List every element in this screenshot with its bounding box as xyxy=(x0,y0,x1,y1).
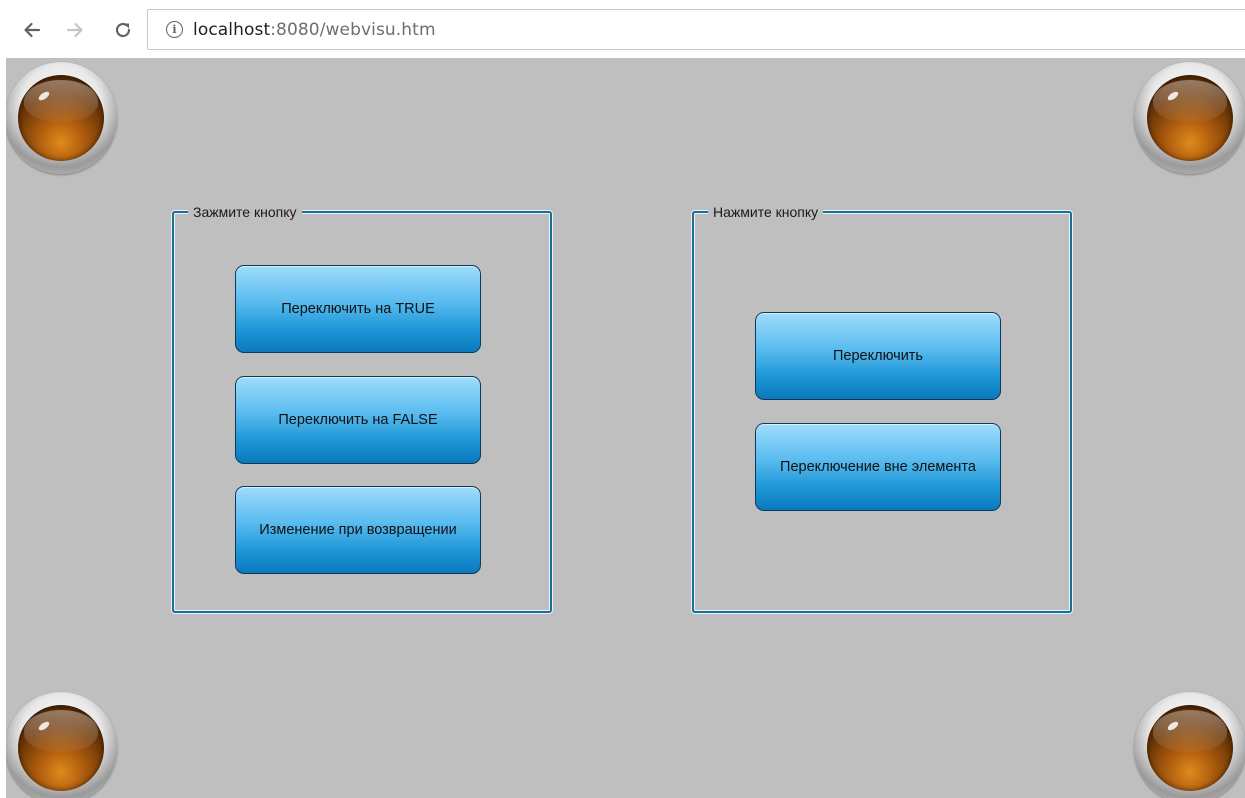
url-text: localhost:8080/webvisu.htm xyxy=(193,20,436,40)
group-title-press: Нажмите кнопку xyxy=(708,203,824,221)
arrow-left-icon xyxy=(24,22,41,38)
url-path: :8080/webvisu.htm xyxy=(270,19,436,40)
lamp-glass xyxy=(18,705,104,791)
browser-toolbar: i localhost:8080/webvisu.htm xyxy=(0,0,1245,58)
lamp-top-left-icon xyxy=(6,62,117,174)
url-host: localhost xyxy=(193,19,271,40)
reload-button[interactable] xyxy=(111,18,135,42)
group-title-hold: Зажмите кнопку xyxy=(188,203,302,221)
address-bar[interactable]: i localhost:8080/webvisu.htm xyxy=(147,9,1245,50)
back-button[interactable] xyxy=(20,18,44,42)
group-press-button: Нажмите кнопку xyxy=(692,203,1072,613)
change-on-release-button[interactable]: Изменение при возвращении xyxy=(235,486,481,574)
info-icon[interactable]: i xyxy=(166,21,183,38)
toggle-outside-element-button[interactable]: Переключение вне элемента xyxy=(755,423,1001,511)
arrow-right-icon xyxy=(66,22,83,38)
toggle-button[interactable]: Переключить xyxy=(755,312,1001,400)
lamp-glass xyxy=(1147,75,1233,161)
reload-icon xyxy=(115,22,131,38)
webvisu-viewport: Зажмите кнопку Нажмите кнопку Переключит… xyxy=(6,58,1245,798)
lamp-bottom-right-icon xyxy=(1134,692,1245,798)
switch-true-button[interactable]: Переключить на TRUE xyxy=(235,265,481,353)
switch-false-button[interactable]: Переключить на FALSE xyxy=(235,376,481,464)
lamp-glass xyxy=(1147,705,1233,791)
lamp-top-right-icon xyxy=(1134,62,1245,174)
forward-button[interactable] xyxy=(63,18,87,42)
lamp-glass xyxy=(18,75,104,161)
lamp-bottom-left-icon xyxy=(6,692,117,798)
